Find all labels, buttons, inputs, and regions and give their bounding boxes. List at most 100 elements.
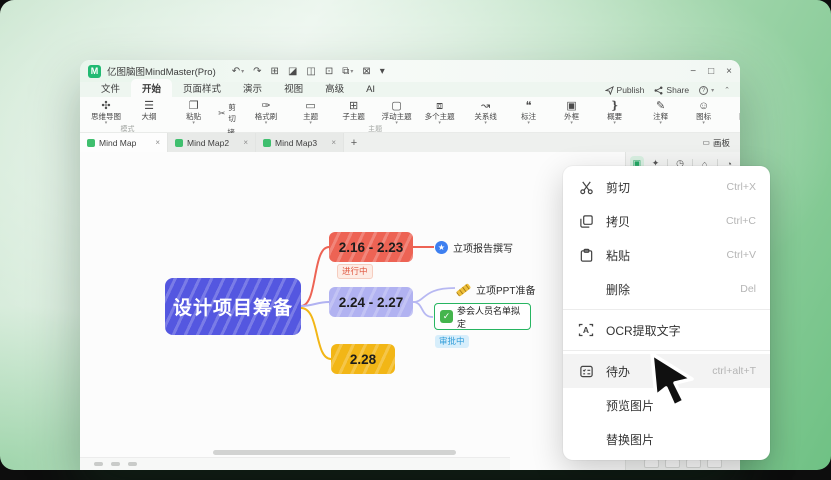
star-icon: ★: [435, 241, 448, 254]
publish-button[interactable]: Publish: [605, 85, 645, 95]
maximize-button[interactable]: □: [708, 66, 714, 77]
boundary-icon: ▣: [566, 100, 576, 112]
titlebar-more-icon[interactable]: ▾: [380, 66, 385, 77]
menu-tab-ai[interactable]: AI: [355, 82, 386, 97]
ribbon-cut-button[interactable]: ✂剪切: [218, 102, 241, 124]
leaf-node-report[interactable]: ★ 立项报告撰写: [435, 240, 513, 255]
ribbon-group-clipboard: ❐粘贴▾ ✂剪切 ⧉拷贝 ✑格式刷▾ 剪贴板: [173, 97, 287, 132]
ribbon-callout-button[interactable]: ❝标注▾: [512, 100, 546, 126]
tab-close-icon[interactable]: ×: [331, 138, 336, 147]
ribbon-paste-button[interactable]: ❐粘贴▾: [178, 100, 209, 126]
statusbar-stub: [128, 462, 137, 466]
horizontal-scrollbar[interactable]: [213, 450, 456, 455]
ribbon-boundary-button[interactable]: ▣外框▾: [555, 100, 589, 126]
comment-icon: ✎: [656, 100, 665, 112]
menu-item-replace-image[interactable]: 替换图片: [563, 422, 770, 456]
ocr-icon: A: [577, 322, 595, 338]
branch-node-2[interactable]: 2.24 - 2.27: [329, 287, 413, 317]
ribbon-relationship-button[interactable]: ↝关系线▾: [469, 100, 503, 126]
ribbon-summary-button[interactable]: ❵概要▾: [598, 100, 632, 126]
svg-text:A: A: [583, 325, 589, 335]
print-icon[interactable]: ⊡: [325, 66, 333, 77]
help-icon: ?: [699, 86, 708, 95]
save-icon[interactable]: ◫: [306, 66, 315, 77]
menu-item-cut[interactable]: 剪切 Ctrl+X: [563, 170, 770, 204]
todo-icon: [577, 364, 595, 379]
doc-tab-mindmap3[interactable]: Mind Map3 ×: [256, 133, 344, 152]
menubar-right: Publish Share ? ▾ ⌃: [605, 85, 730, 97]
swatch[interactable]: [644, 459, 659, 468]
board-toggle[interactable]: ▭ 画板: [692, 133, 740, 152]
branch-node-1[interactable]: 2.16 - 2.23: [329, 232, 413, 262]
help-button[interactable]: ? ▾: [699, 86, 714, 95]
new-document-icon[interactable]: ⊞: [271, 66, 279, 77]
ribbon-multi-topic-button[interactable]: ⧈多个主题▾: [423, 100, 457, 126]
doc-tab-mindmap2[interactable]: Mind Map2 ×: [168, 133, 256, 152]
status-badge-in-progress[interactable]: 进行中: [337, 264, 373, 279]
ribbon-mindmap-button[interactable]: ✣思维导图▾: [89, 100, 123, 126]
collapse-ribbon-icon[interactable]: ⌃: [724, 86, 730, 94]
status-badge-approving[interactable]: 审批中: [435, 335, 469, 348]
background-swatches: [626, 459, 740, 468]
menu-tab-file[interactable]: 文件: [90, 79, 131, 97]
style-flag-icon[interactable]: ◪: [288, 66, 297, 77]
root-node[interactable]: 设计项目筹备: [165, 278, 301, 335]
outline-icon: ☰: [144, 100, 154, 112]
ribbon-picture-button[interactable]: ▦图片▾: [730, 100, 740, 126]
mindmap-icon: ✣: [101, 100, 110, 112]
leaf-node-attendees-selected[interactable]: ✓ 参会人员名单拟定: [434, 303, 531, 330]
multi-topic-icon: ⧈: [436, 100, 443, 112]
tab-close-icon[interactable]: ×: [155, 138, 160, 147]
close-button[interactable]: ×: [726, 66, 732, 77]
leaf-node-ppt[interactable]: 立项PPT准备: [456, 282, 535, 297]
menu-tab-view[interactable]: 视图: [273, 79, 314, 97]
statusbar: [80, 457, 510, 470]
menu-item-delete[interactable]: 删除 Del: [563, 272, 770, 306]
minimize-button[interactable]: −: [690, 66, 696, 77]
stage: M 亿图脑图MindMaster(Pro) ↶▾ ↷ ⊞ ◪ ◫ ⊡ ⧉▾ ⊠ …: [0, 0, 831, 480]
icon-marker-icon: ☺: [698, 100, 709, 112]
menu-item-ocr[interactable]: A OCR提取文字: [563, 313, 770, 347]
add-tab-button[interactable]: +: [344, 133, 364, 152]
undo-icon[interactable]: ↶▾: [232, 66, 244, 77]
mindmap-canvas[interactable]: 设计项目筹备 2.16 - 2.23 进行中 2.24 - 2.27 2.28 …: [80, 152, 625, 470]
export-icon[interactable]: ⧉▾: [342, 66, 353, 77]
callout-icon: ❝: [526, 100, 532, 112]
statusbar-stub: [94, 462, 103, 466]
checkbox-icon[interactable]: ✓: [440, 310, 453, 323]
branch-node-3[interactable]: 2.28: [331, 344, 395, 374]
ribbon-icon-button[interactable]: ☺图标▾: [687, 100, 721, 126]
menu-tab-page-style[interactable]: 页面样式: [172, 79, 232, 97]
ribbon-floating-topic-button[interactable]: ▢浮动主题▾: [380, 100, 414, 126]
ribbon-topic-button[interactable]: ▭主题▾: [294, 100, 328, 126]
board-icon: ▭: [702, 138, 710, 147]
ribbon-subtopic-button[interactable]: ⊞子主题: [337, 100, 371, 121]
mouse-cursor-icon: [648, 352, 700, 410]
share-button[interactable]: Share: [654, 85, 689, 95]
menu-tab-home[interactable]: 开始: [131, 79, 172, 97]
topic-icon: ▭: [305, 100, 315, 112]
doc-tab-mindmap1[interactable]: Mind Map ×: [80, 133, 168, 152]
ribbon-format-painter-button[interactable]: ✑格式刷▾: [250, 100, 281, 126]
menu-item-copy[interactable]: 拷贝 Ctrl+C: [563, 204, 770, 238]
swatch[interactable]: [686, 459, 701, 468]
statusbar-stub: [111, 462, 120, 466]
ribbon-comment-button[interactable]: ✎注释▾: [644, 100, 678, 126]
redo-icon[interactable]: ↷: [253, 66, 261, 77]
swatch[interactable]: [665, 459, 680, 468]
screenshot-icon[interactable]: ⊠: [362, 66, 370, 77]
tab-close-icon[interactable]: ×: [243, 138, 248, 147]
menu-item-paste[interactable]: 粘贴 Ctrl+V: [563, 238, 770, 272]
swatch[interactable]: [707, 459, 722, 468]
ribbon: ✣思维导图▾ ☰大纲 模式 ❐粘贴▾ ✂剪切 ⧉拷贝 ✑格式刷▾ 剪贴板: [80, 97, 740, 133]
menu-tab-present[interactable]: 演示: [232, 79, 273, 97]
ruler-icon: [456, 283, 472, 297]
share-icon: [654, 86, 663, 95]
ribbon-outline-button[interactable]: ☰大纲: [132, 100, 166, 121]
menu-tab-advanced[interactable]: 高级: [314, 79, 355, 97]
context-menu: 剪切 Ctrl+X 拷贝 Ctrl+C 粘贴 Ctrl+V 删除 Del A: [563, 166, 770, 460]
ribbon-group-elements: ↝关系线▾ ❝标注▾ ▣外框▾ ❵概要▾: [464, 97, 637, 132]
quick-access-toolbar: ↶▾ ↷ ⊞ ◪ ◫ ⊡ ⧉▾ ⊠ ▾: [232, 66, 385, 77]
summary-icon: ❵: [610, 100, 619, 112]
menu-divider: [563, 309, 770, 310]
